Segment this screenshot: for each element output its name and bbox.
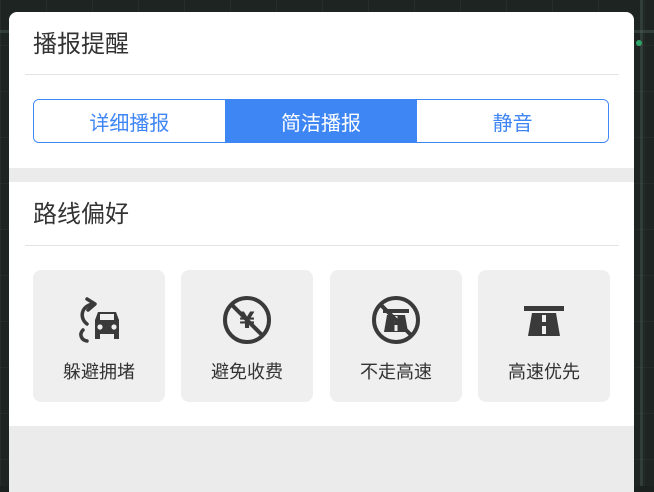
pref-label: 避免收费	[211, 362, 283, 383]
broadcast-title: 播报提醒	[33, 30, 129, 58]
pref-highway-first[interactable]: 高速优先	[478, 270, 610, 402]
avoid-congestion-icon	[79, 297, 119, 343]
pref-no-toll[interactable]: ¥ 避免收费	[181, 270, 313, 402]
route-pref-title: 路线偏好	[33, 200, 129, 228]
section-separator	[9, 168, 634, 182]
divider	[25, 74, 619, 75]
settings-panel: 播报提醒 详细播报 简洁播报 静音 路线偏好 躲避拥堵 避免收费 不走高速 高速…	[9, 12, 634, 492]
broadcast-option-mute[interactable]: 静音	[416, 100, 608, 142]
no-highway-icon	[372, 296, 420, 344]
map-road	[640, 0, 643, 486]
pref-label: 不走高速	[360, 362, 432, 383]
no-toll-icon: ¥	[223, 296, 271, 344]
pref-avoid-congestion[interactable]: 躲避拥堵	[33, 270, 165, 402]
broadcast-option-concise[interactable]: 简洁播报	[224, 100, 417, 142]
divider	[25, 245, 619, 246]
bottom-separator	[9, 426, 634, 492]
pref-label: 高速优先	[508, 362, 580, 383]
pref-label: 躲避拥堵	[63, 362, 135, 383]
pref-no-highway[interactable]: 不走高速	[330, 270, 462, 402]
broadcast-option-detailed[interactable]: 详细播报	[34, 100, 225, 142]
map-marker	[636, 40, 642, 46]
highway-first-icon	[524, 306, 564, 336]
broadcast-mode-selector: 详细播报 简洁播报 静音	[33, 99, 609, 143]
